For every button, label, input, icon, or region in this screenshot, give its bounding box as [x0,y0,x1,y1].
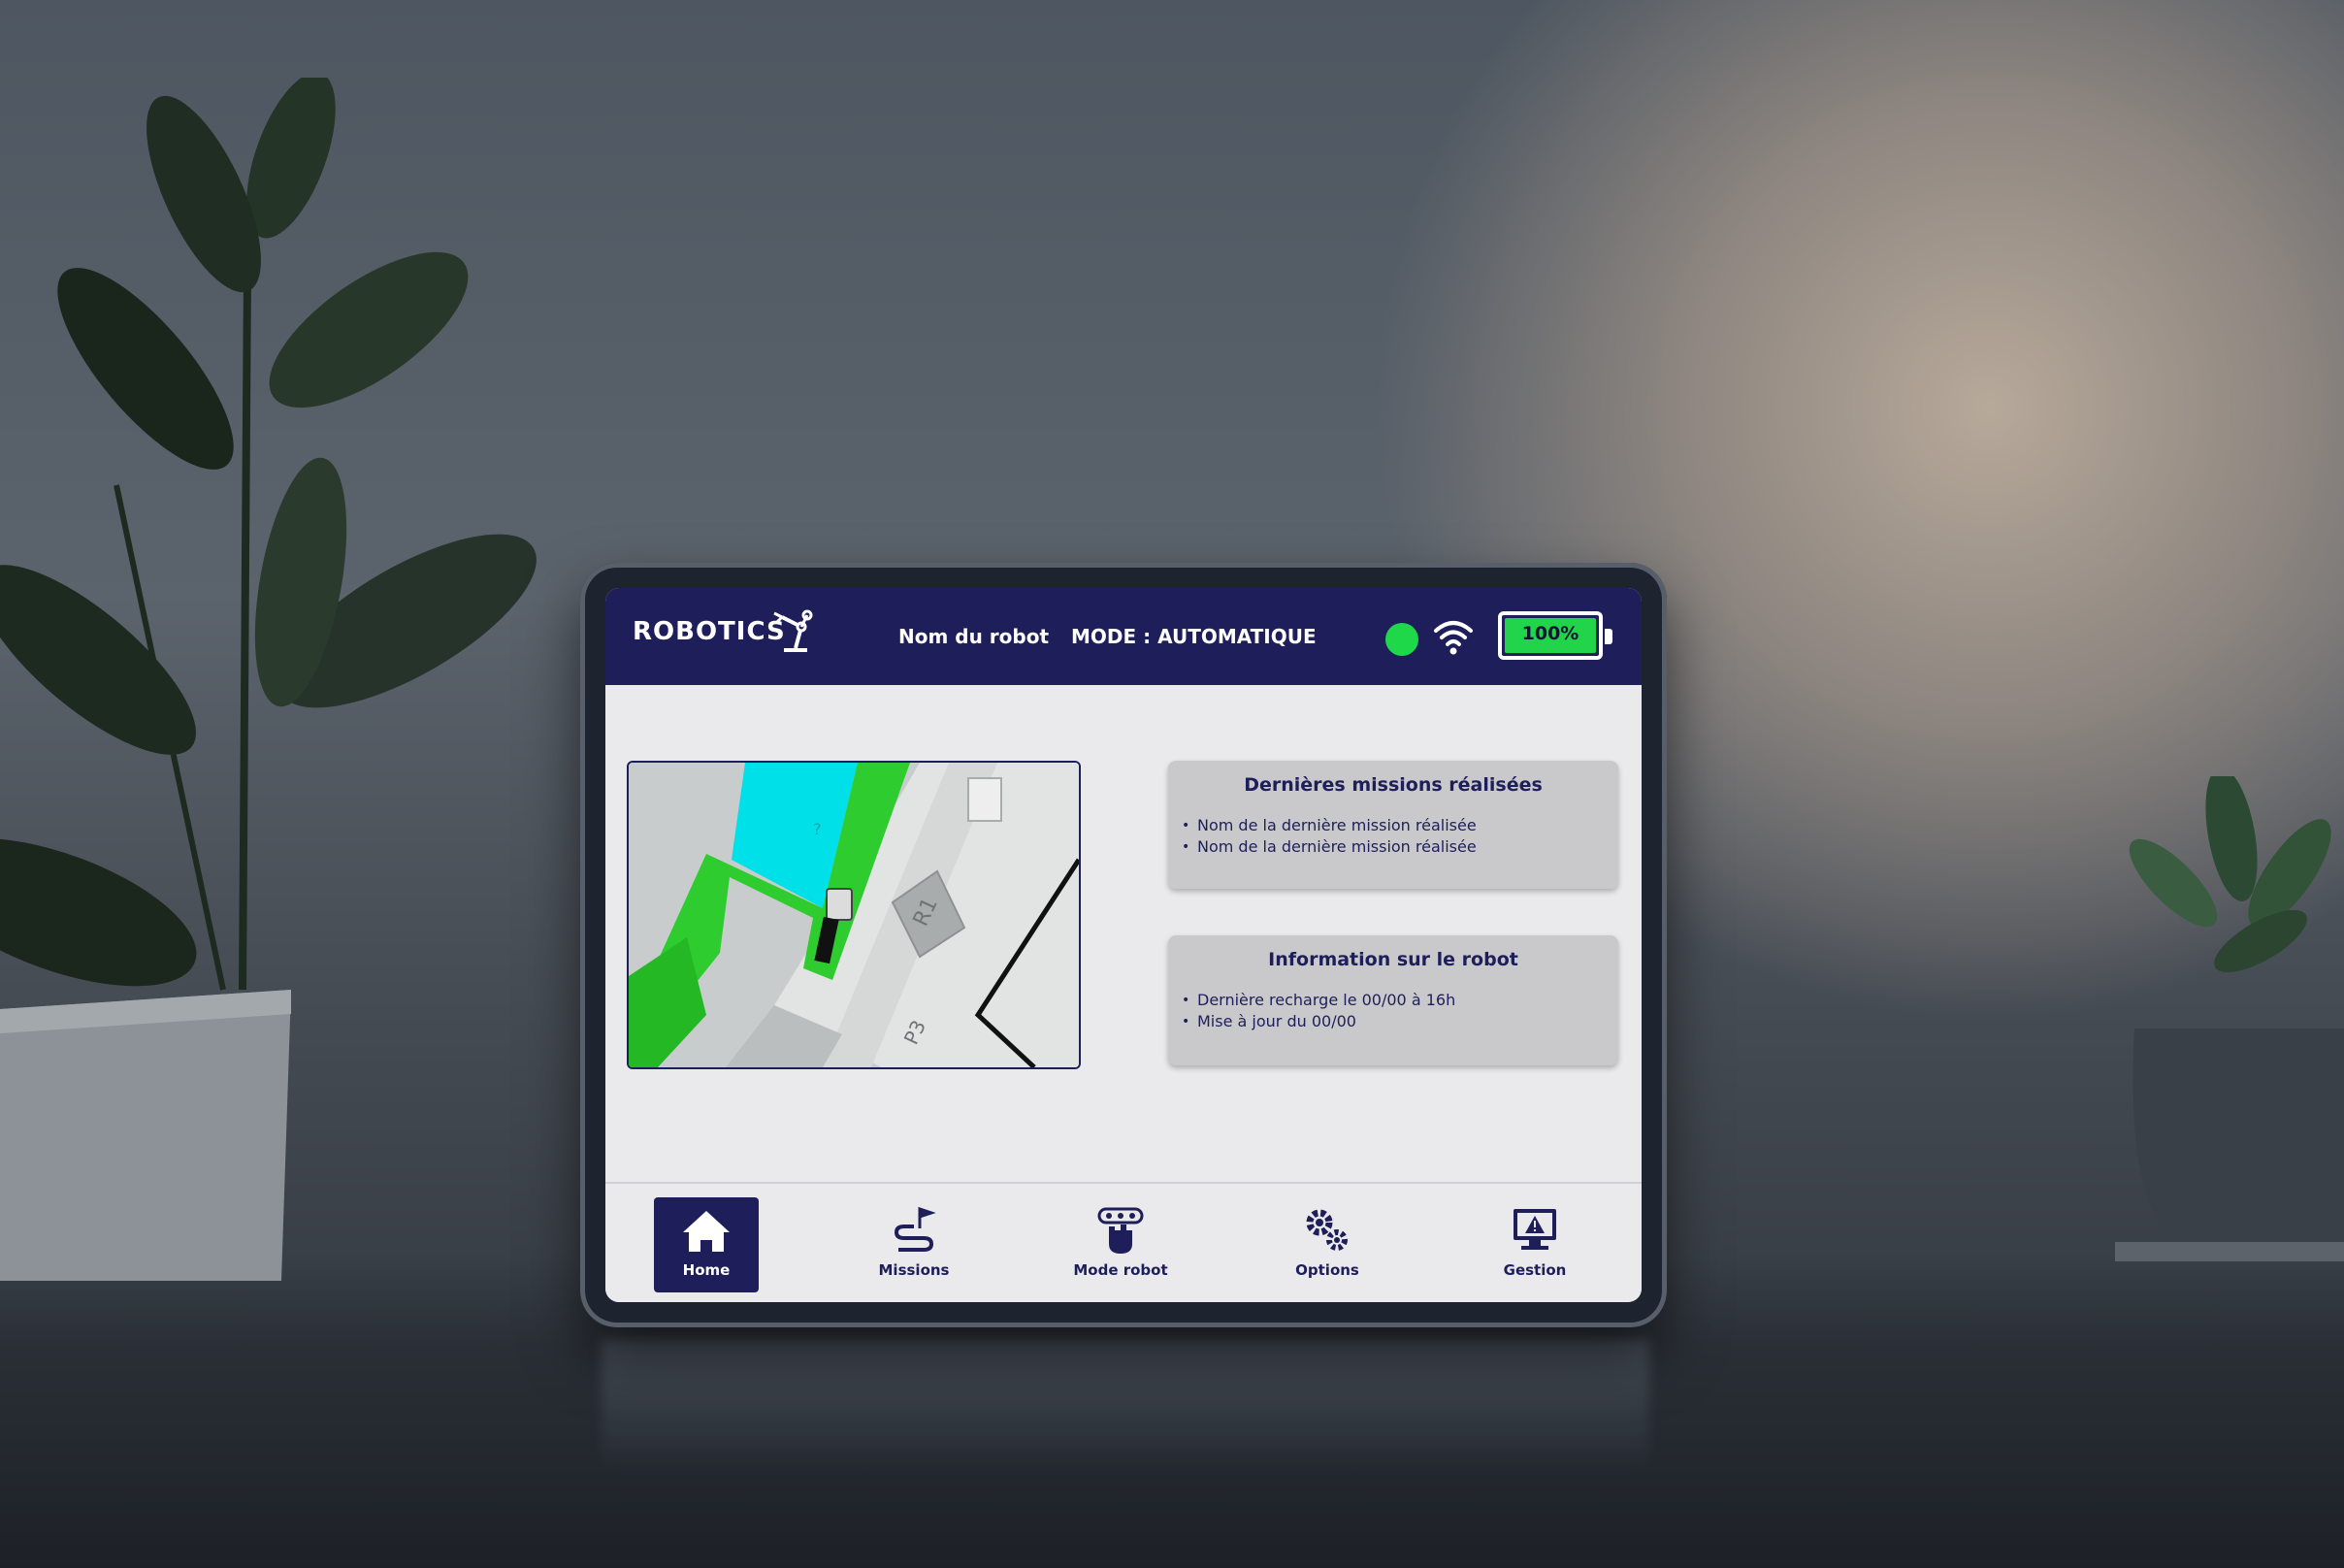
nav-options-label: Options [1295,1261,1359,1279]
robot-name: Nom du robot [898,625,1050,648]
nav-home-label: Home [682,1261,731,1279]
nav-robot-mode-label: Mode robot [1073,1261,1168,1279]
nav-missions-label: Missions [878,1261,950,1279]
nav-robot-mode[interactable]: Mode robot [1068,1197,1173,1292]
gears-icon [1306,1209,1348,1251]
nav-management-label: Gestion [1503,1261,1567,1279]
last-missions-card: Dernières missions réalisées Nom de la d… [1168,761,1618,889]
nav-options[interactable]: Options [1275,1197,1380,1292]
wifi-icon [1434,621,1473,655]
mode-indicator: MODE : AUTOMATIQUE [1071,625,1317,648]
tablet-device: ROBOTICS Nom du robot MODE : AUTOMATIQUE [580,563,1667,1327]
app-screen: ROBOTICS Nom du robot MODE : AUTOMATIQUE [605,588,1642,1302]
last-missions-list: Nom de la dernière mission réalisée Nom … [1168,815,1618,858]
plant-right-decoration [2115,776,2344,1261]
battery-indicator: 100% [1498,611,1603,660]
monitor-warning-icon [1514,1209,1556,1250]
home-icon [683,1211,730,1252]
connection-status-dot [1385,623,1418,656]
list-item[interactable]: Nom de la dernière mission réalisée [1182,815,1618,836]
app-logo: ROBOTICS [633,617,786,646]
plant-left-decoration [0,78,537,1281]
battery-percentage: 100% [1521,623,1579,644]
battery-tip [1605,629,1612,644]
robot-info-title: Information sur le robot [1268,949,1518,970]
robot-info-card: Information sur le robot Dernière rechar… [1168,935,1618,1065]
last-missions-title: Dernières missions réalisées [1244,774,1543,796]
list-item: Mise à jour du 00/00 [1182,1011,1618,1032]
list-item: Dernière recharge le 00/00 à 16h [1182,990,1618,1011]
robot-info-list: Dernière recharge le 00/00 à 16h Mise à … [1168,990,1618,1032]
header-bar: ROBOTICS Nom du robot MODE : AUTOMATIQUE [605,588,1642,685]
robot-map[interactable]: R1 P3 ? [627,761,1081,1069]
route-flag-icon [894,1206,936,1252]
nav-home[interactable]: Home [654,1197,759,1292]
tablet-reflection [602,1339,1649,1475]
bottom-navigation: Home Missions Mode robot Options Gestion [605,1184,1642,1302]
list-item[interactable]: Nom de la dernière mission réalisée [1182,836,1618,858]
nav-missions[interactable]: Missions [862,1197,966,1292]
robot-arm-icon [773,609,813,652]
robot-hand-icon [1097,1207,1144,1254]
map-unknown-marker: ? [813,820,822,838]
nav-management[interactable]: Gestion [1482,1197,1587,1292]
